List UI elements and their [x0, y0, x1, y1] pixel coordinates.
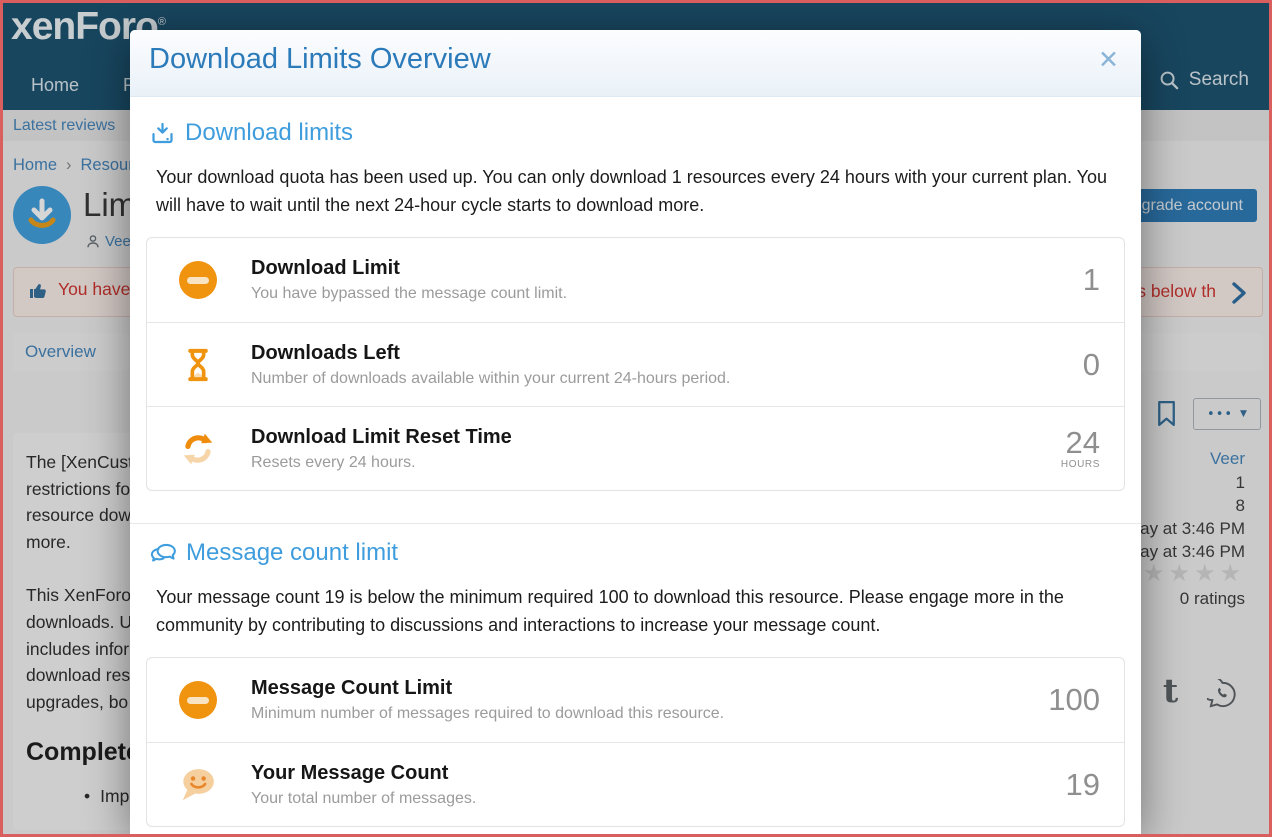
message-count-list: Message Count Limit Minimum number of me… [146, 657, 1125, 827]
list-item-text: Message Count Limit Minimum number of me… [251, 677, 724, 723]
refresh-icon [177, 430, 219, 468]
value-number: 24 [1061, 427, 1100, 459]
section-description: Your download quota has been used up. Yo… [156, 163, 1114, 219]
list-item-title: Your Message Count [251, 762, 476, 785]
list-item-message-count-limit: Message Count Limit Minimum number of me… [147, 658, 1124, 742]
close-icon[interactable]: ✕ [1098, 45, 1119, 74]
list-item-downloads-left: Downloads Left Number of downloads avail… [147, 322, 1124, 406]
section-title: Download limits [185, 119, 353, 147]
list-item-text: Download Limit You have bypassed the mes… [251, 257, 567, 303]
section-message-count-header: Message count limit [149, 539, 1125, 567]
section-divider [130, 523, 1141, 524]
value-number: 19 [1066, 769, 1100, 801]
list-item-value: 100 [1048, 684, 1100, 716]
minus-circle-icon [177, 681, 219, 719]
list-item-subtitle: Minimum number of messages required to d… [251, 705, 724, 723]
list-item-subtitle: Resets every 24 hours. [251, 454, 512, 472]
list-item-text: Downloads Left Number of downloads avail… [251, 342, 730, 388]
list-item-title: Downloads Left [251, 342, 730, 365]
list-item-title: Download Limit Reset Time [251, 426, 512, 449]
list-item-subtitle: Your total number of messages. [251, 790, 476, 808]
download-tray-icon [149, 120, 176, 147]
hourglass-icon [177, 345, 219, 385]
list-item-title: Message Count Limit [251, 677, 724, 700]
list-item-your-message-count: Your Message Count Your total number of … [147, 742, 1124, 826]
screen: xenForo® Home Forums Search Latest revie… [0, 0, 1272, 837]
value-number: 1 [1083, 264, 1100, 296]
list-item-download-limit: Download Limit You have bypassed the mes… [147, 238, 1124, 322]
list-item-text: Download Limit Reset Time Resets every 2… [251, 426, 512, 472]
list-item-text: Your Message Count Your total number of … [251, 762, 476, 808]
smiley-bubble-icon [177, 766, 219, 804]
download-limits-modal: Download Limits Overview ✕ Download limi… [130, 30, 1141, 834]
modal-title: Download Limits Overview [149, 43, 491, 76]
list-item-subtitle: Number of downloads available within you… [251, 370, 730, 388]
list-item-title: Download Limit [251, 257, 567, 280]
list-item-value: 19 [1066, 769, 1100, 801]
modal-header: Download Limits Overview ✕ [130, 30, 1141, 97]
modal-body: Download limits Your download quota has … [130, 97, 1141, 827]
list-item-value: 0 [1083, 349, 1100, 381]
list-item-reset-time: Download Limit Reset Time Resets every 2… [147, 406, 1124, 490]
value-number: 0 [1083, 349, 1100, 381]
value-number: 100 [1048, 684, 1100, 716]
section-title: Message count limit [186, 539, 398, 567]
list-item-value: 1 [1083, 264, 1100, 296]
chat-bubbles-icon [149, 540, 177, 566]
section-download-limits-header: Download limits [149, 119, 1125, 147]
download-limits-list: Download Limit You have bypassed the mes… [146, 237, 1125, 491]
section-description: Your message count 19 is below the minim… [156, 583, 1114, 639]
list-item-subtitle: You have bypassed the message count limi… [251, 285, 567, 303]
minus-circle-icon [177, 261, 219, 299]
value-unit: HOURS [1061, 459, 1100, 470]
list-item-value: 24 HOURS [1061, 427, 1100, 470]
